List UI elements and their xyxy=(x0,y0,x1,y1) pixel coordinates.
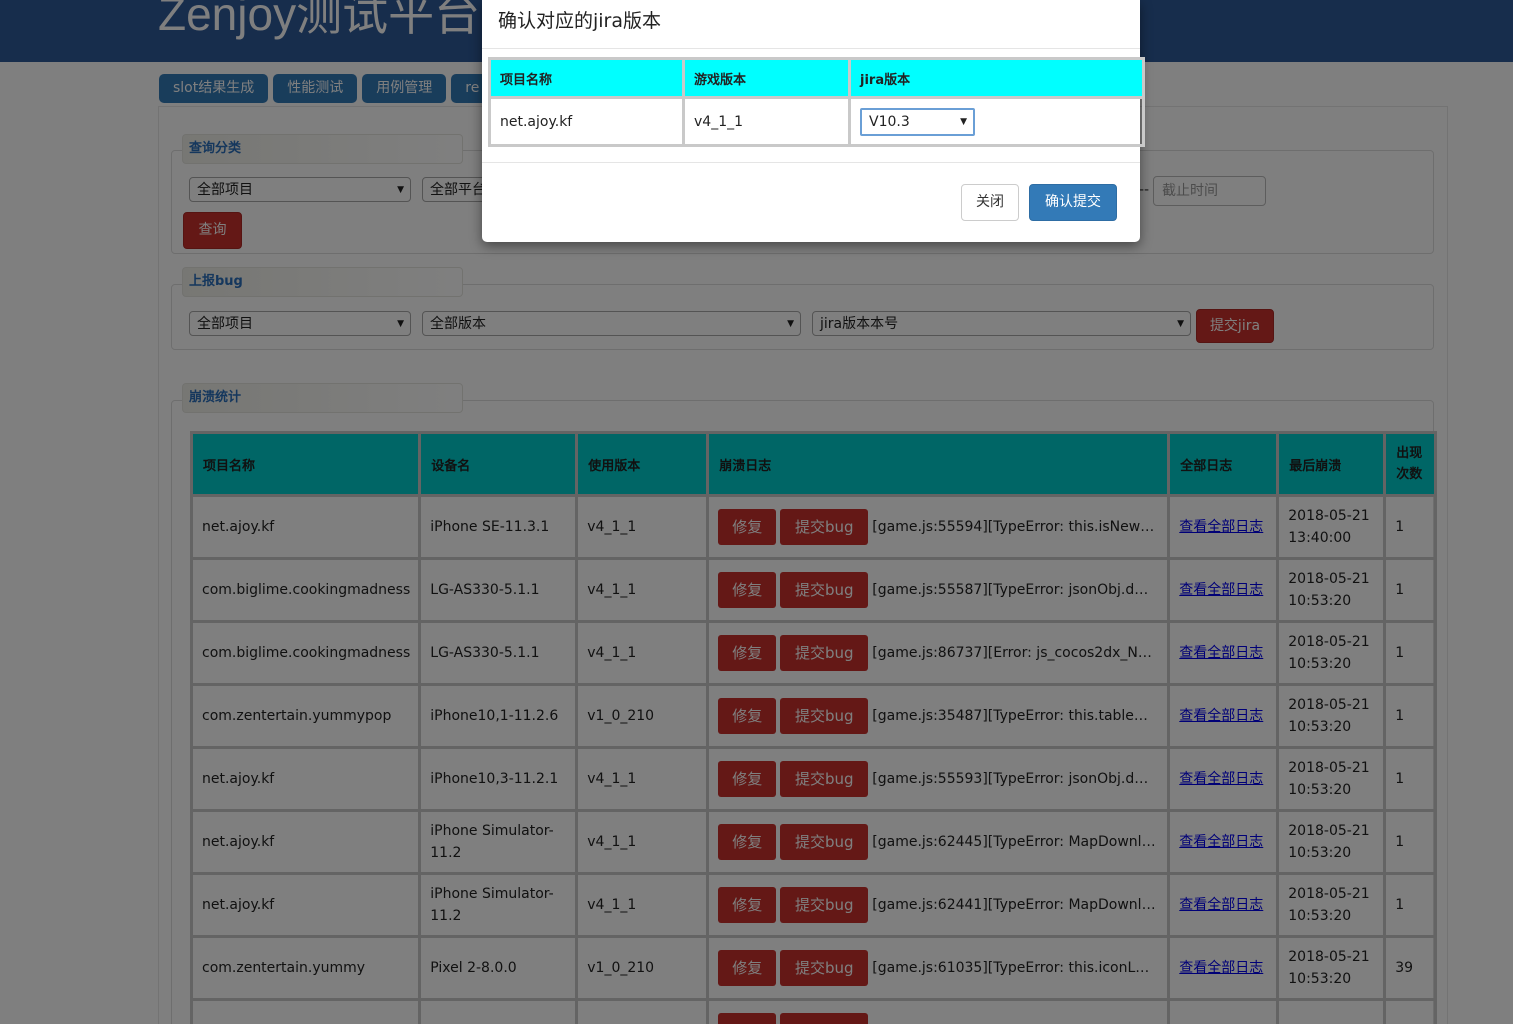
chevron-down-icon: ▼ xyxy=(960,116,967,127)
modal-row: net.ajoy.kf v4_1_1 V10.3 ▼ xyxy=(488,96,1145,147)
confirm-submit-button[interactable]: 确认提交 xyxy=(1029,184,1117,221)
modal-col-project: 项目名称 xyxy=(488,57,685,99)
modal-col-game-version: 游戏版本 xyxy=(682,57,851,99)
modal-jira-cell: V10.3 ▼ xyxy=(848,96,1145,147)
modal-title: 确认对应的jira版本 xyxy=(498,10,662,32)
modal-divider xyxy=(482,48,1140,49)
modal-col-jira-version: jira版本 xyxy=(848,57,1145,99)
modal-project: net.ajoy.kf xyxy=(488,96,685,147)
modal-game-version: v4_1_1 xyxy=(682,96,851,147)
modal-table: 项目名称 游戏版本 jira版本 net.ajoy.kf v4_1_1 V10.… xyxy=(488,57,1145,147)
modal-jira-version-select[interactable]: V10.3 ▼ xyxy=(860,107,975,136)
modal-divider xyxy=(482,162,1140,163)
close-button[interactable]: 关闭 xyxy=(961,184,1019,221)
